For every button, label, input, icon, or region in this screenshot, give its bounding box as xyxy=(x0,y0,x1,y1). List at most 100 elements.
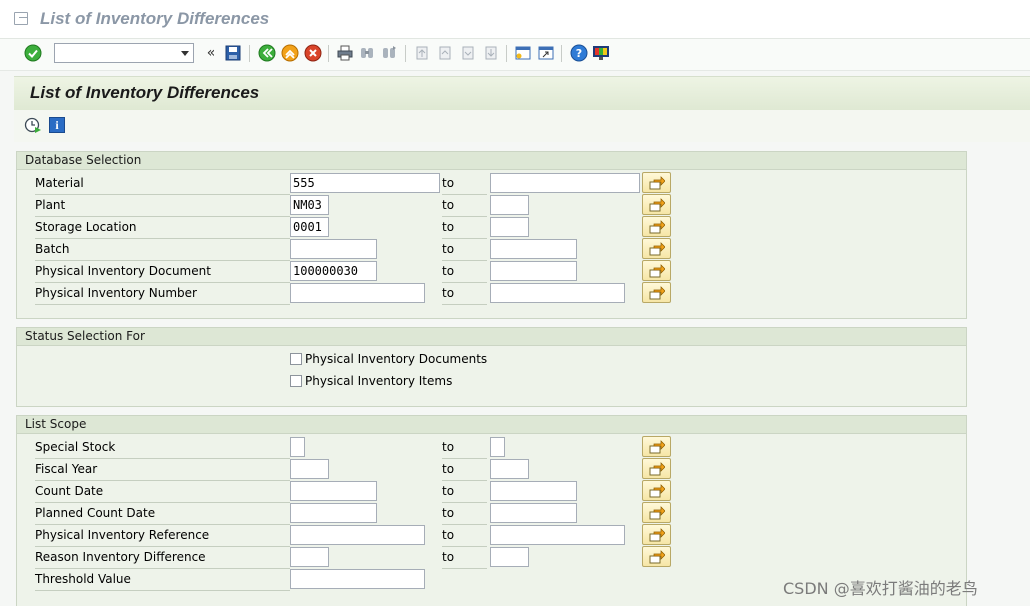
standard-toolbar: « ? xyxy=(0,39,1030,71)
multiple-selection-button[interactable] xyxy=(642,172,671,193)
material-from-input[interactable]: 555 xyxy=(290,173,440,193)
save-icon[interactable] xyxy=(224,44,242,62)
physical-inventory-items-checkbox[interactable] xyxy=(290,375,302,387)
plant-row: Plant NM03 to xyxy=(17,194,968,217)
reason-inventory-difference-from-input[interactable] xyxy=(290,547,329,567)
plant-to-input[interactable] xyxy=(490,195,529,215)
application-toolbar: i xyxy=(14,110,1030,142)
title-bar: List of Inventory Differences xyxy=(0,0,1030,39)
page-title: List of Inventory Differences xyxy=(30,83,260,102)
status-selection-group: Status Selection For Physical Inventory … xyxy=(16,327,967,407)
database-selection-group: Database Selection Material 555 to Plant… xyxy=(16,151,967,319)
reason-inventory-difference-to-input[interactable] xyxy=(490,547,529,567)
fiscal-year-label: Fiscal Year xyxy=(35,461,290,481)
reason-inventory-difference-label: Reason Inventory Difference xyxy=(35,549,290,569)
physical-inventory-number-from-input[interactable] xyxy=(290,283,425,303)
to-label: to xyxy=(442,439,487,459)
find-icon[interactable] xyxy=(358,44,376,62)
multiple-selection-button[interactable] xyxy=(642,458,671,479)
next-page-icon[interactable] xyxy=(459,44,477,62)
multiple-selection-button[interactable] xyxy=(642,436,671,457)
physical-inventory-number-to-input[interactable] xyxy=(490,283,625,303)
multiple-selection-button[interactable] xyxy=(642,282,671,303)
physical-inventory-documents-label: Physical Inventory Documents xyxy=(305,352,488,366)
customize-layout-icon[interactable] xyxy=(592,44,610,62)
reason-inventory-difference-row: Reason Inventory Difference to xyxy=(17,546,968,569)
multiple-selection-button[interactable] xyxy=(642,260,671,281)
special-stock-label: Special Stock xyxy=(35,439,290,459)
physical-inventory-documents-checkbox[interactable] xyxy=(290,353,302,365)
svg-text:?: ? xyxy=(576,47,582,60)
planned-count-date-label: Planned Count Date xyxy=(35,505,290,525)
plant-label: Plant xyxy=(35,197,290,217)
count-date-label: Count Date xyxy=(35,483,290,503)
window-title: List of Inventory Differences xyxy=(40,9,270,28)
find-next-icon[interactable] xyxy=(380,44,398,62)
window-menu-icon[interactable] xyxy=(14,12,28,25)
to-label: to xyxy=(442,505,487,525)
physical-inventory-number-label: Physical Inventory Number xyxy=(35,285,290,305)
physical-inventory-reference-to-input[interactable] xyxy=(490,525,625,545)
material-row: Material 555 to xyxy=(17,172,968,195)
to-label: to xyxy=(442,197,487,217)
multiple-selection-button[interactable] xyxy=(642,238,671,259)
info-icon[interactable]: i xyxy=(48,116,66,134)
storage-location-to-input[interactable] xyxy=(490,217,529,237)
physical-inventory-reference-from-input[interactable] xyxy=(290,525,425,545)
multiple-selection-button[interactable] xyxy=(642,502,671,523)
to-label: to xyxy=(442,527,487,547)
count-date-to-input[interactable] xyxy=(490,481,577,501)
to-label: to xyxy=(442,461,487,481)
to-label: to xyxy=(442,549,487,569)
first-page-icon[interactable] xyxy=(413,44,431,62)
physical-inventory-document-to-input[interactable] xyxy=(490,261,577,281)
watermark: CSDN @喜欢打酱油的老鸟 xyxy=(783,579,978,598)
previous-page-icon[interactable] xyxy=(436,44,454,62)
screen-header: List of Inventory Differences xyxy=(14,76,1030,111)
back-icon[interactable] xyxy=(258,44,276,62)
material-to-input[interactable] xyxy=(490,173,640,193)
batch-from-input[interactable] xyxy=(290,239,377,259)
collapse-icon[interactable]: « xyxy=(202,44,220,62)
batch-to-input[interactable] xyxy=(490,239,577,259)
to-label: to xyxy=(442,175,487,195)
execute-icon[interactable] xyxy=(24,116,42,134)
group-title: Status Selection For xyxy=(17,328,966,346)
count-date-row: Count Date to xyxy=(17,480,968,503)
count-date-from-input[interactable] xyxy=(290,481,377,501)
group-title: List Scope xyxy=(17,416,966,434)
physical-inventory-number-row: Physical Inventory Number to xyxy=(17,282,968,305)
fiscal-year-from-input[interactable] xyxy=(290,459,329,479)
multiple-selection-button[interactable] xyxy=(642,524,671,545)
fiscal-year-to-input[interactable] xyxy=(490,459,529,479)
enter-icon[interactable] xyxy=(24,44,42,62)
special-stock-row: Special Stock to xyxy=(17,436,968,459)
planned-count-date-to-input[interactable] xyxy=(490,503,577,523)
shortcut-icon[interactable] xyxy=(537,44,555,62)
multiple-selection-button[interactable] xyxy=(642,546,671,567)
command-field[interactable] xyxy=(54,43,194,63)
to-label: to xyxy=(442,263,487,283)
special-stock-from-input[interactable] xyxy=(290,437,305,457)
chevron-down-icon[interactable] xyxy=(181,51,189,56)
to-label: to xyxy=(442,241,487,261)
storage-location-from-input[interactable]: 0001 xyxy=(290,217,329,237)
special-stock-to-input[interactable] xyxy=(490,437,505,457)
exit-icon[interactable] xyxy=(281,44,299,62)
planned-count-date-from-input[interactable] xyxy=(290,503,377,523)
help-icon[interactable]: ? xyxy=(570,44,588,62)
multiple-selection-button[interactable] xyxy=(642,194,671,215)
physical-inventory-document-from-input[interactable]: 100000030 xyxy=(290,261,377,281)
cancel-icon[interactable] xyxy=(304,44,322,62)
last-page-icon[interactable] xyxy=(482,44,500,62)
fiscal-year-row: Fiscal Year to xyxy=(17,458,968,481)
plant-from-input[interactable]: NM03 xyxy=(290,195,329,215)
multiple-selection-button[interactable] xyxy=(642,480,671,501)
create-session-icon[interactable] xyxy=(514,44,532,62)
batch-label: Batch xyxy=(35,241,290,261)
planned-count-date-row: Planned Count Date to xyxy=(17,502,968,525)
threshold-value-input[interactable] xyxy=(290,569,425,589)
physical-inventory-items-label: Physical Inventory Items xyxy=(305,374,453,388)
multiple-selection-button[interactable] xyxy=(642,216,671,237)
print-icon[interactable] xyxy=(336,44,354,62)
